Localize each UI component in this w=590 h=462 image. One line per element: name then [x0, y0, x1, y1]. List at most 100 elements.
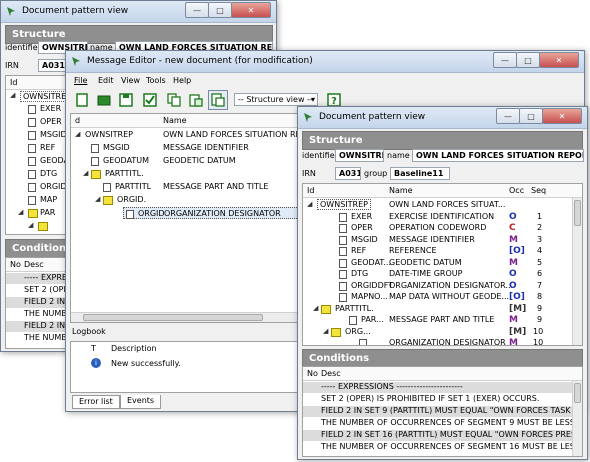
- back-title-bar[interactable]: Document pattern view — □ ✕: [1, 1, 276, 23]
- tree-node-id[interactable]: PARTTITL: [115, 182, 151, 191]
- tree-node-id[interactable]: ORGID.: [117, 195, 146, 204]
- irn-label: IRN: [5, 61, 19, 70]
- structure-row[interactable]: MAPNO... MAP DATA WITHOUT GEODE... [O] 8: [303, 291, 582, 303]
- app-arrow-icon: [7, 7, 15, 16]
- col-d-header: d: [75, 116, 81, 125]
- condition-row[interactable]: ----- EXPRESSIONS ----------------------…: [303, 382, 582, 393]
- minimize-button[interactable]: —: [185, 2, 209, 18]
- irn-field[interactable]: A031: [38, 59, 66, 72]
- tree-node-id[interactable]: MSGID: [103, 143, 130, 152]
- group-field[interactable]: Baseline11: [390, 167, 450, 180]
- editor-window-title: Message Editor - new document (for modif…: [87, 56, 313, 66]
- condition-row[interactable]: THE NUMBER OF OCCURRENCES OF SEGMENT 9 M…: [303, 418, 582, 429]
- condition-row[interactable]: THE NUMBER OF OCCURRENCES OF SEGMENT 16 …: [303, 442, 582, 453]
- tree-node-id[interactable]: PARTTITL.: [105, 169, 144, 178]
- validate-button[interactable]: [140, 90, 160, 110]
- new-document-button[interactable]: [72, 90, 92, 110]
- collapse-arrow-icon[interactable]: ◢: [323, 327, 328, 335]
- condition-row[interactable]: FIELD 2 IN SET 9 (PARTTITL) MUST EQUAL "…: [303, 406, 582, 417]
- menu-help[interactable]: Help: [173, 76, 191, 85]
- structure-view-select[interactable]: -- Structure view -- ▾: [234, 93, 318, 106]
- menu-edit[interactable]: Edit: [98, 76, 114, 85]
- row-occ: O: [509, 280, 517, 291]
- structure-row[interactable]: ORGANIZATION DESIGNATOR M 10: [303, 337, 582, 345]
- tab-error-list[interactable]: Error list: [72, 395, 120, 409]
- front-title-bar[interactable]: Document pattern view — □ ✕: [298, 107, 587, 129]
- collapse-arrow-icon[interactable]: ◢: [307, 200, 312, 208]
- document-icon: [28, 196, 36, 205]
- collapse-arrow-icon[interactable]: ◢: [83, 169, 88, 177]
- tree-node[interactable]: PAR: [40, 208, 55, 217]
- identifier-label: identifier: [5, 43, 41, 52]
- irn-label: IRN: [302, 169, 316, 178]
- tree-node[interactable]: EXER: [40, 104, 61, 113]
- collapse-arrow-icon[interactable]: ◢: [10, 91, 15, 99]
- pattern-view-button[interactable]: [208, 90, 228, 110]
- open-button[interactable]: [94, 90, 114, 110]
- structure-row[interactable]: OPER OPERATION CODEWORD C 2: [303, 222, 582, 234]
- tree-node[interactable]: DTG: [40, 169, 57, 178]
- tree-node-name: ORGANIZATION DESIGNATOR: [164, 209, 281, 218]
- copy-button[interactable]: [164, 90, 184, 110]
- identifier-field[interactable]: OWNSITREP: [335, 149, 384, 162]
- collapse-arrow-icon[interactable]: ◢: [28, 221, 33, 229]
- condition-row[interactable]: FIELD 2 IN SET 16 (PARTTITL) MUST EQUAL …: [303, 430, 582, 441]
- front-conditions-list[interactable]: No Desc ----- EXPRESSIONS ---------------…: [302, 366, 583, 457]
- structure-row[interactable]: GEODAT... GEODETIC DATUM M 5: [303, 257, 582, 269]
- collapse-arrow-icon[interactable]: ◢: [18, 208, 23, 216]
- structure-row[interactable]: ORGIDDFT ORGANIZATION DESIGNATOR... O 7: [303, 280, 582, 292]
- save-button[interactable]: [116, 90, 136, 110]
- row-occ: C: [509, 223, 516, 233]
- tree-node[interactable]: ORGID: [40, 182, 67, 191]
- minimize-button[interactable]: —: [493, 52, 517, 68]
- vertical-scrollbar[interactable]: [572, 198, 582, 345]
- condition-row[interactable]: SET 2 (OPER) IS PROHIBITED IF SET 1 (EXE…: [303, 394, 582, 405]
- structure-row[interactable]: DTG DATE-TIME GROUP O 6: [303, 268, 582, 280]
- folder-icon: [331, 327, 341, 337]
- tree-node[interactable]: REF: [40, 143, 55, 152]
- minimize-button[interactable]: —: [496, 108, 520, 124]
- menu-view[interactable]: View: [121, 76, 140, 85]
- tree-node-id[interactable]: GEODATUM: [103, 156, 149, 165]
- menu-bar: File Edit View Tools Help: [66, 73, 584, 88]
- maximize-button[interactable]: □: [519, 108, 543, 124]
- conditions-scrollbar[interactable]: [572, 381, 582, 456]
- menu-tools[interactable]: Tools: [146, 76, 166, 85]
- collapse-arrow-icon[interactable]: ◢: [313, 304, 318, 312]
- structure-row[interactable]: ◢ OWNSITREP OWN LAND FORCES SITUAT...: [303, 199, 582, 211]
- collapse-arrow-icon[interactable]: ◢: [75, 130, 80, 138]
- editor-title-bar[interactable]: Message Editor - new document (for modif…: [66, 51, 584, 73]
- menu-file[interactable]: File: [74, 76, 87, 85]
- structure-row[interactable]: MSGID MESSAGE IDENTIFIER M 3: [303, 234, 582, 246]
- paste-button[interactable]: [186, 90, 206, 110]
- structure-row[interactable]: PAR... MESSAGE PART AND TITLE M 9: [303, 314, 582, 326]
- maximize-button[interactable]: □: [208, 2, 232, 18]
- row-occ: M: [509, 257, 518, 268]
- collapse-arrow-icon[interactable]: ◢: [95, 195, 100, 203]
- tree-node-id[interactable]: OWNSITREP: [85, 130, 133, 139]
- tree-node-id[interactable]: ORGID: [138, 209, 165, 218]
- close-button[interactable]: ✕: [231, 2, 271, 18]
- row-name: GEODETIC DATUM: [389, 257, 462, 267]
- row-name: OWN LAND FORCES SITUAT...: [389, 200, 506, 209]
- close-button[interactable]: ✕: [539, 52, 579, 68]
- name-field[interactable]: OWN LAND FORCES SITUATION REPORT: [412, 149, 584, 162]
- tree-node[interactable]: MAP: [40, 195, 57, 204]
- structure-row[interactable]: ◢ ORG... [M] 10: [303, 326, 582, 338]
- structure-row[interactable]: ◢ PARTTITL. [M] 9: [303, 303, 582, 315]
- cond-desc-header: Desc: [24, 260, 44, 269]
- row-id: MSGID: [351, 234, 378, 244]
- document-icon: [339, 281, 347, 291]
- irn-field[interactable]: A031: [335, 167, 361, 180]
- maximize-button[interactable]: □: [516, 52, 540, 68]
- front-structure-table[interactable]: Id Name Occ Seq ◢ OWNSITREP OWN LAND FORCE…: [302, 183, 583, 346]
- structure-row[interactable]: EXER EXERCISE IDENTIFICATION O 1: [303, 211, 582, 223]
- tab-events[interactable]: Events: [120, 395, 162, 409]
- close-button[interactable]: ✕: [542, 108, 582, 124]
- structure-row[interactable]: REF REFERENCE [O] 4: [303, 245, 582, 257]
- folder-icon: [38, 222, 48, 231]
- tree-node[interactable]: MSGID: [40, 130, 67, 139]
- row-name: EXERCISE IDENTIFICATION: [389, 211, 495, 221]
- row-name: REFERENCE: [389, 246, 437, 255]
- tree-node[interactable]: OPER: [40, 117, 62, 126]
